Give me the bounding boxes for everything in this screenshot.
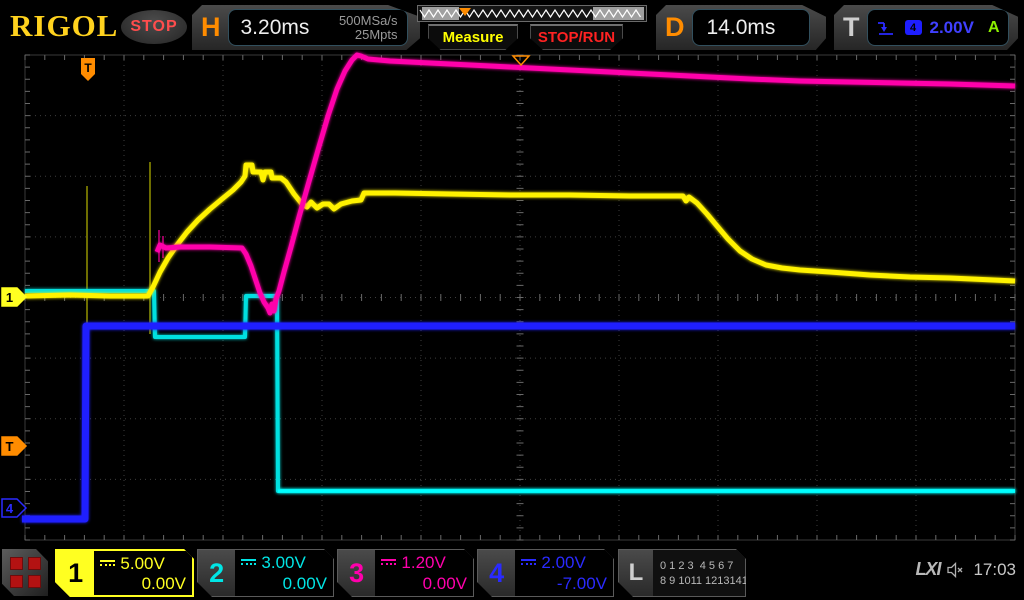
channel-3-number: 3 — [338, 550, 375, 596]
delay-label: D — [656, 12, 692, 43]
measure-button[interactable]: Measure — [428, 24, 518, 50]
timebase-value: 3.20ms — [229, 16, 310, 40]
logic-row-1: 0 1 2 3 4 5 6 7 — [660, 560, 745, 572]
delay-panel[interactable]: D 14.0ms — [656, 5, 826, 50]
dc-coupling-icon — [241, 559, 256, 568]
menu-grid-icon — [10, 557, 23, 570]
horizontal-readout: 3.20ms 500MSa/s 25Mpts — [228, 9, 408, 46]
channel-1-scale: 5.00V — [120, 554, 164, 574]
trigger-sweep-mode: A — [988, 19, 1000, 37]
channel-2-number: 2 — [198, 550, 235, 596]
trigger-position-marker: T — [81, 58, 95, 81]
channel-2-scale: 3.00V — [261, 553, 305, 573]
dc-coupling-icon — [521, 559, 536, 568]
memory-waveform-preview — [418, 6, 646, 21]
svg-text:T: T — [6, 439, 14, 454]
channel-3-block[interactable]: 3 1.20V 0.00V — [337, 549, 474, 597]
ch4-offset-marker: 4 — [2, 499, 26, 517]
oscilloscope-screen: RIGOL STOP H 3.20ms 500MSa/s 25Mpts Meas… — [0, 0, 1024, 600]
channel-1-values: 5.00V 0.00V — [94, 551, 192, 595]
horizontal-label: H — [192, 12, 228, 43]
delay-readout: 14.0ms — [692, 9, 810, 46]
channel-2-values: 3.00V 0.00V — [235, 550, 333, 596]
channel-2-offset: 0.00V — [241, 574, 327, 594]
measure-button-label: Measure — [443, 29, 504, 46]
logic-label: L — [619, 550, 653, 596]
trigger-source-badge: 4 — [905, 20, 922, 35]
sample-rate: 500MSa/s — [339, 14, 398, 28]
trigger-readout: 4 2.00V A — [867, 9, 1009, 46]
horizontal-panel[interactable]: H 3.20ms 500MSa/s 25Mpts — [192, 5, 420, 50]
logic-row-2: 8 9 1011 12131415 — [660, 575, 745, 587]
falling-edge-icon — [876, 19, 895, 36]
channel-1-number: 1 — [57, 551, 94, 595]
trigger-level-marker: T — [2, 437, 26, 455]
stop-run-button[interactable]: STOP/RUN — [530, 24, 623, 50]
memory-depth: 25Mpts — [339, 28, 398, 42]
ch1-offset-marker: 1 — [2, 288, 26, 306]
channel-4-offset: -7.00V — [521, 574, 607, 594]
channel-1-block[interactable]: 1 5.00V 0.00V — [55, 549, 194, 597]
trace-ch3 — [157, 55, 1015, 313]
trace-ch4 — [22, 326, 1015, 519]
svg-text:T: T — [84, 61, 92, 75]
bottom-channel-bar: 1 5.00V 0.00V 2 3.00V 0.00V 3 — [0, 545, 1024, 600]
lxi-indicator: LXI — [915, 559, 940, 580]
dc-coupling-icon — [381, 559, 396, 568]
trace-ch2 — [25, 291, 1015, 491]
trigger-panel[interactable]: T 4 2.00V A — [834, 5, 1018, 50]
channel-3-scale: 1.20V — [401, 553, 445, 573]
delay-value: 14.0ms — [693, 16, 776, 40]
clock: 17:03 — [973, 560, 1016, 580]
svg-text:4: 4 — [6, 501, 14, 516]
stop-run-button-label: STOP/RUN — [538, 29, 615, 46]
logic-channel-list: 0 1 2 3 4 5 6 7 8 9 1011 12131415 — [653, 550, 745, 596]
rigol-logo: RIGOL — [10, 8, 118, 44]
graticule-border — [25, 55, 1015, 540]
run-state-badge[interactable]: STOP — [121, 10, 187, 44]
trigger-label: T — [834, 12, 867, 43]
channel-4-number: 4 — [478, 550, 515, 596]
channel-4-block[interactable]: 4 2.00V -7.00V — [477, 549, 614, 597]
menu-button[interactable] — [2, 549, 48, 596]
trace-ch1 — [25, 165, 1015, 296]
delay-reference-marker — [513, 56, 529, 65]
trigger-level-value: 2.00V — [930, 18, 974, 38]
waveform-display: 1 T 4 T — [0, 0, 1024, 600]
svg-text:1: 1 — [6, 290, 13, 305]
channel-2-block[interactable]: 2 3.00V 0.00V — [197, 549, 334, 597]
channel-3-values: 1.20V 0.00V — [375, 550, 473, 596]
sound-muted-icon — [947, 562, 966, 578]
top-status-bar: RIGOL STOP H 3.20ms 500MSa/s 25Mpts Meas… — [0, 0, 1024, 55]
status-area: LXI 17:03 — [915, 559, 1016, 580]
channel-1-offset: 0.00V — [100, 574, 186, 594]
graticule-ticks — [25, 55, 1015, 540]
channel-3-offset: 0.00V — [381, 574, 467, 594]
channel-4-values: 2.00V -7.00V — [515, 550, 613, 596]
dc-coupling-icon — [100, 560, 115, 569]
channel-4-scale: 2.00V — [541, 553, 585, 573]
acquisition-info: 500MSa/s 25Mpts — [339, 14, 407, 42]
memory-position-bar[interactable] — [417, 5, 647, 22]
logic-channels-block[interactable]: L 0 1 2 3 4 5 6 7 8 9 1011 12131415 — [618, 549, 746, 597]
run-state-label: STOP — [130, 18, 177, 36]
